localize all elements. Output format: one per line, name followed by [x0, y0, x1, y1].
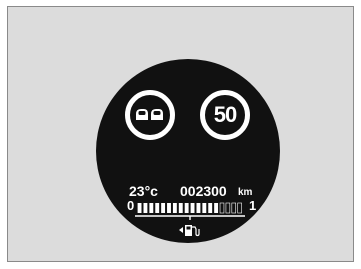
fuel-gauge-segment — [155, 203, 160, 213]
fuel-gauge-segment — [237, 202, 242, 214]
fuel-gauge-segment — [137, 203, 142, 213]
fuel-gauge-segment — [149, 203, 154, 213]
figure-frame: 50 23°c 002300 km 0 1 — [7, 6, 354, 262]
fuel-gauge-segment — [178, 203, 183, 213]
fuel-gauge-segment — [202, 203, 207, 213]
fuel-gauge-segment — [214, 203, 219, 213]
fuel-gauge-segment — [231, 202, 237, 214]
fuel-gauge-segment — [184, 203, 189, 213]
fuel-gauge-segment — [143, 203, 148, 213]
instrument-display: 50 23°c 002300 km 0 1 — [96, 59, 280, 243]
no-overtaking-sign-icon — [125, 90, 175, 140]
fuel-pump-icon — [179, 225, 200, 237]
cars-icon — [136, 109, 163, 120]
fuel-gauge-segment — [167, 203, 171, 213]
fuel-gauge — [135, 202, 245, 220]
fuel-gauge-max-label: 1 — [249, 198, 257, 213]
fuel-gauge-segment — [219, 202, 225, 214]
fuel-gauge-segment — [190, 203, 195, 213]
fuel-gauge-segment — [172, 203, 177, 213]
fuel-gauge-segment — [161, 203, 166, 213]
speed-limit-sign-icon: 50 — [200, 90, 250, 140]
outside-temperature: 23°c — [129, 183, 158, 199]
fuel-gauge-segment — [196, 203, 201, 213]
odometer-value: 002300 — [180, 183, 227, 199]
fuel-gauge-segment — [225, 202, 231, 214]
fuel-gauge-segment — [208, 203, 213, 213]
speed-limit-value: 50 — [213, 102, 237, 127]
